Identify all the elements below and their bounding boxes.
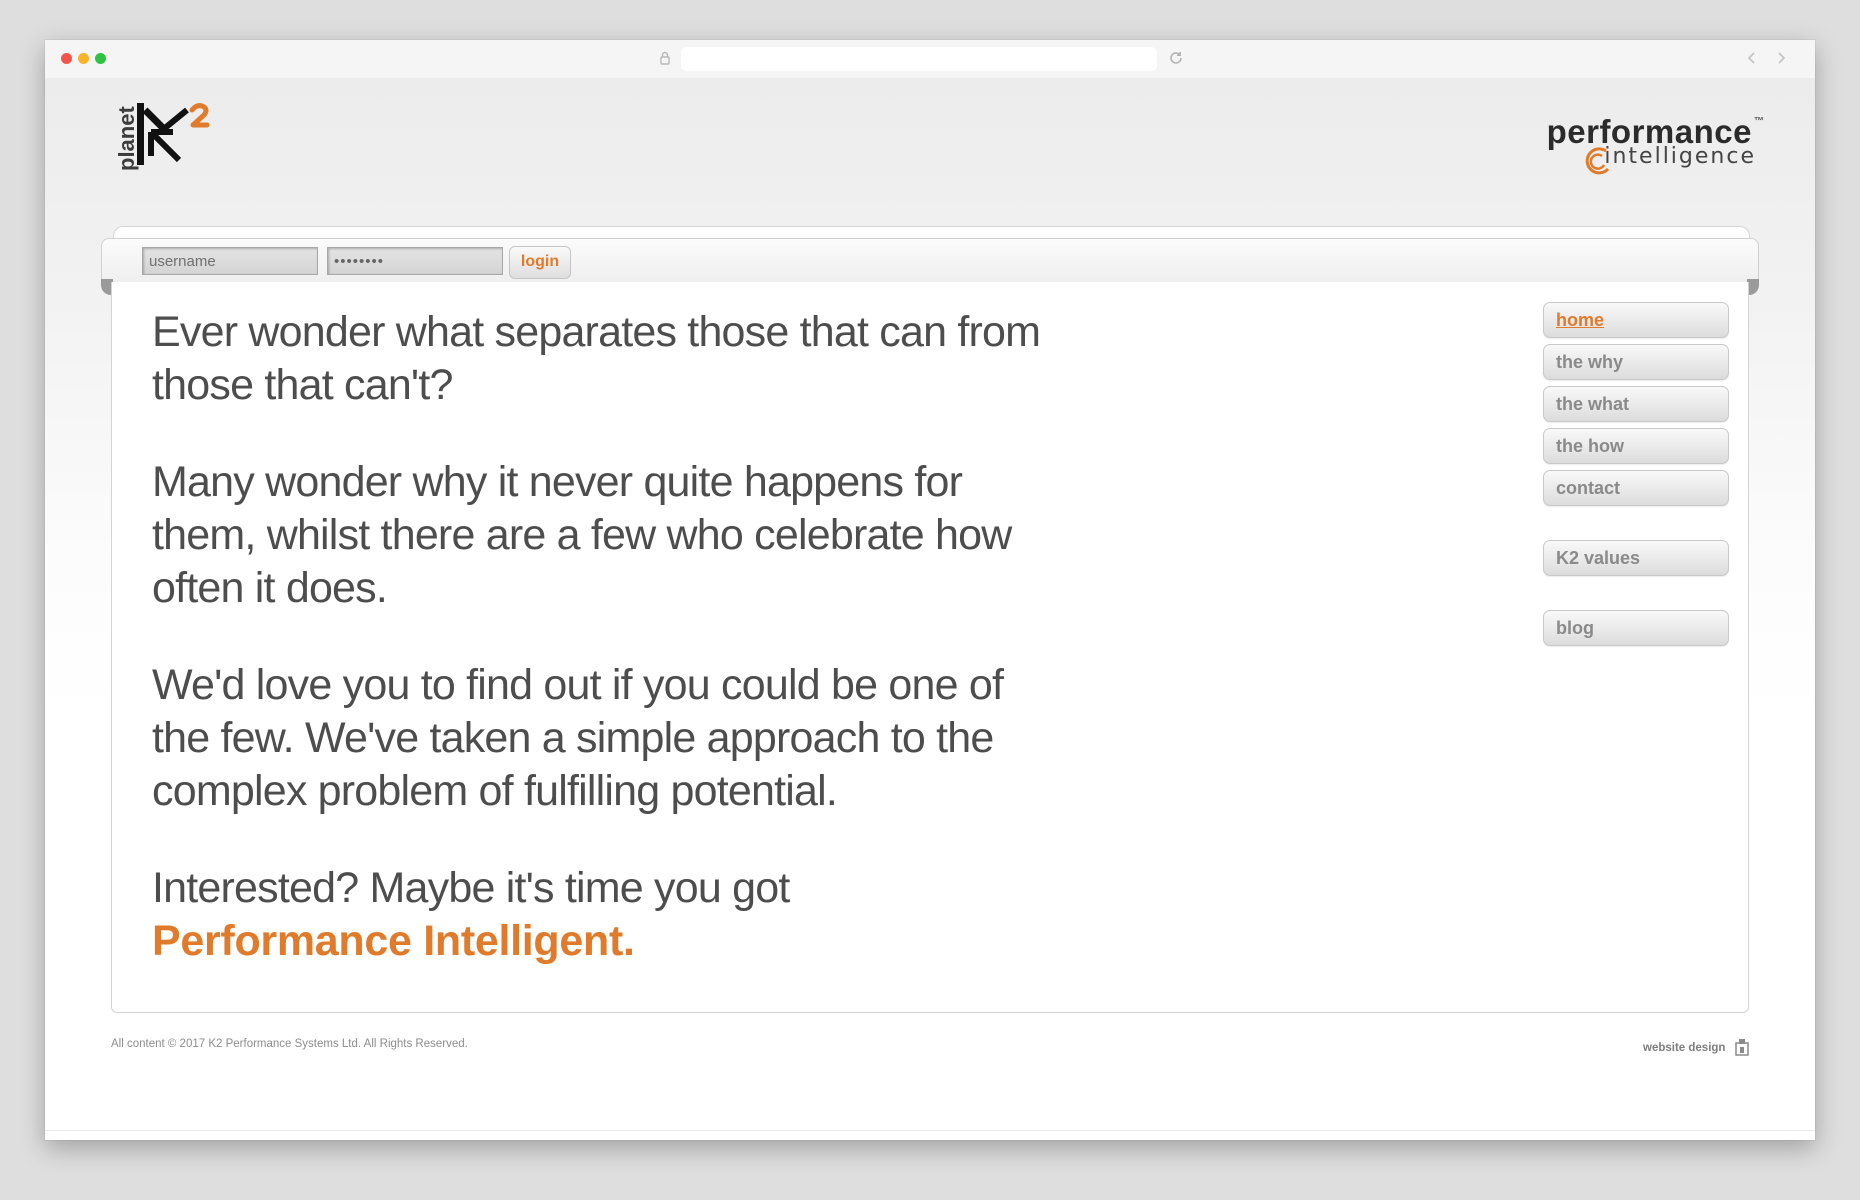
designer-logo-icon[interactable] bbox=[1735, 1038, 1749, 1056]
intro-paragraph-4: Interested? Maybe it's time you got Perf… bbox=[152, 862, 1052, 968]
login-bar: login bbox=[101, 238, 1759, 295]
back-arrow-icon[interactable] bbox=[1745, 50, 1759, 66]
intro-paragraph-2: Many wonder why it never quite happens f… bbox=[152, 458, 1012, 612]
nav-contact[interactable]: contact bbox=[1543, 470, 1729, 506]
intro-paragraph-3: We'd love you to find out if you could b… bbox=[152, 661, 1004, 815]
login-button[interactable]: login bbox=[509, 246, 571, 279]
address-bar[interactable] bbox=[681, 47, 1157, 71]
lock-icon bbox=[660, 51, 670, 65]
nav-the-how[interactable]: the how bbox=[1543, 428, 1729, 464]
page-body: planet performance ™ intelligence userna… bbox=[45, 78, 1815, 1140]
footer-design-credit[interactable]: website design bbox=[1643, 1042, 1725, 1054]
performance-intelligence-logo[interactable]: performance ™ intelligence bbox=[1540, 114, 1770, 184]
browser-toolbar bbox=[45, 40, 1815, 79]
footer-copyright: All content © 2017 K2 Performance System… bbox=[111, 1038, 468, 1050]
password-input[interactable] bbox=[327, 247, 503, 275]
intro-copy: Ever wonder what separates those that ca… bbox=[152, 306, 1052, 1012]
reload-icon[interactable] bbox=[1168, 50, 1184, 66]
logo-trademark: ™ bbox=[1754, 116, 1764, 127]
k2-logo-mark-icon bbox=[137, 103, 210, 165]
logo-intelligence-text: intelligence bbox=[1604, 144, 1756, 169]
nav-the-why[interactable]: the why bbox=[1543, 344, 1729, 380]
forward-arrow-icon[interactable] bbox=[1774, 50, 1788, 66]
username-input[interactable] bbox=[142, 247, 318, 275]
page-bottom-divider bbox=[45, 1130, 1815, 1131]
browser-window: planet performance ™ intelligence userna… bbox=[45, 40, 1815, 1140]
nav-the-what[interactable]: the what bbox=[1543, 386, 1729, 422]
close-window-dot[interactable] bbox=[61, 53, 72, 64]
intro-paragraph-1: Ever wonder what separates those that ca… bbox=[152, 308, 1041, 409]
performance-intelligent-highlight: Performance Intelligent. bbox=[152, 917, 635, 965]
planet-k2-logo[interactable]: planet bbox=[113, 100, 225, 178]
main-content-panel: Ever wonder what separates those that ca… bbox=[111, 282, 1749, 1013]
zoom-window-dot[interactable] bbox=[95, 53, 106, 64]
nav-blog[interactable]: blog bbox=[1543, 610, 1729, 646]
minimize-window-dot[interactable] bbox=[78, 53, 89, 64]
nav-home[interactable]: home bbox=[1543, 302, 1729, 338]
interested-text: Interested? Maybe it's time you got bbox=[152, 864, 790, 912]
nav-k2-values[interactable]: K2 values bbox=[1543, 540, 1729, 576]
